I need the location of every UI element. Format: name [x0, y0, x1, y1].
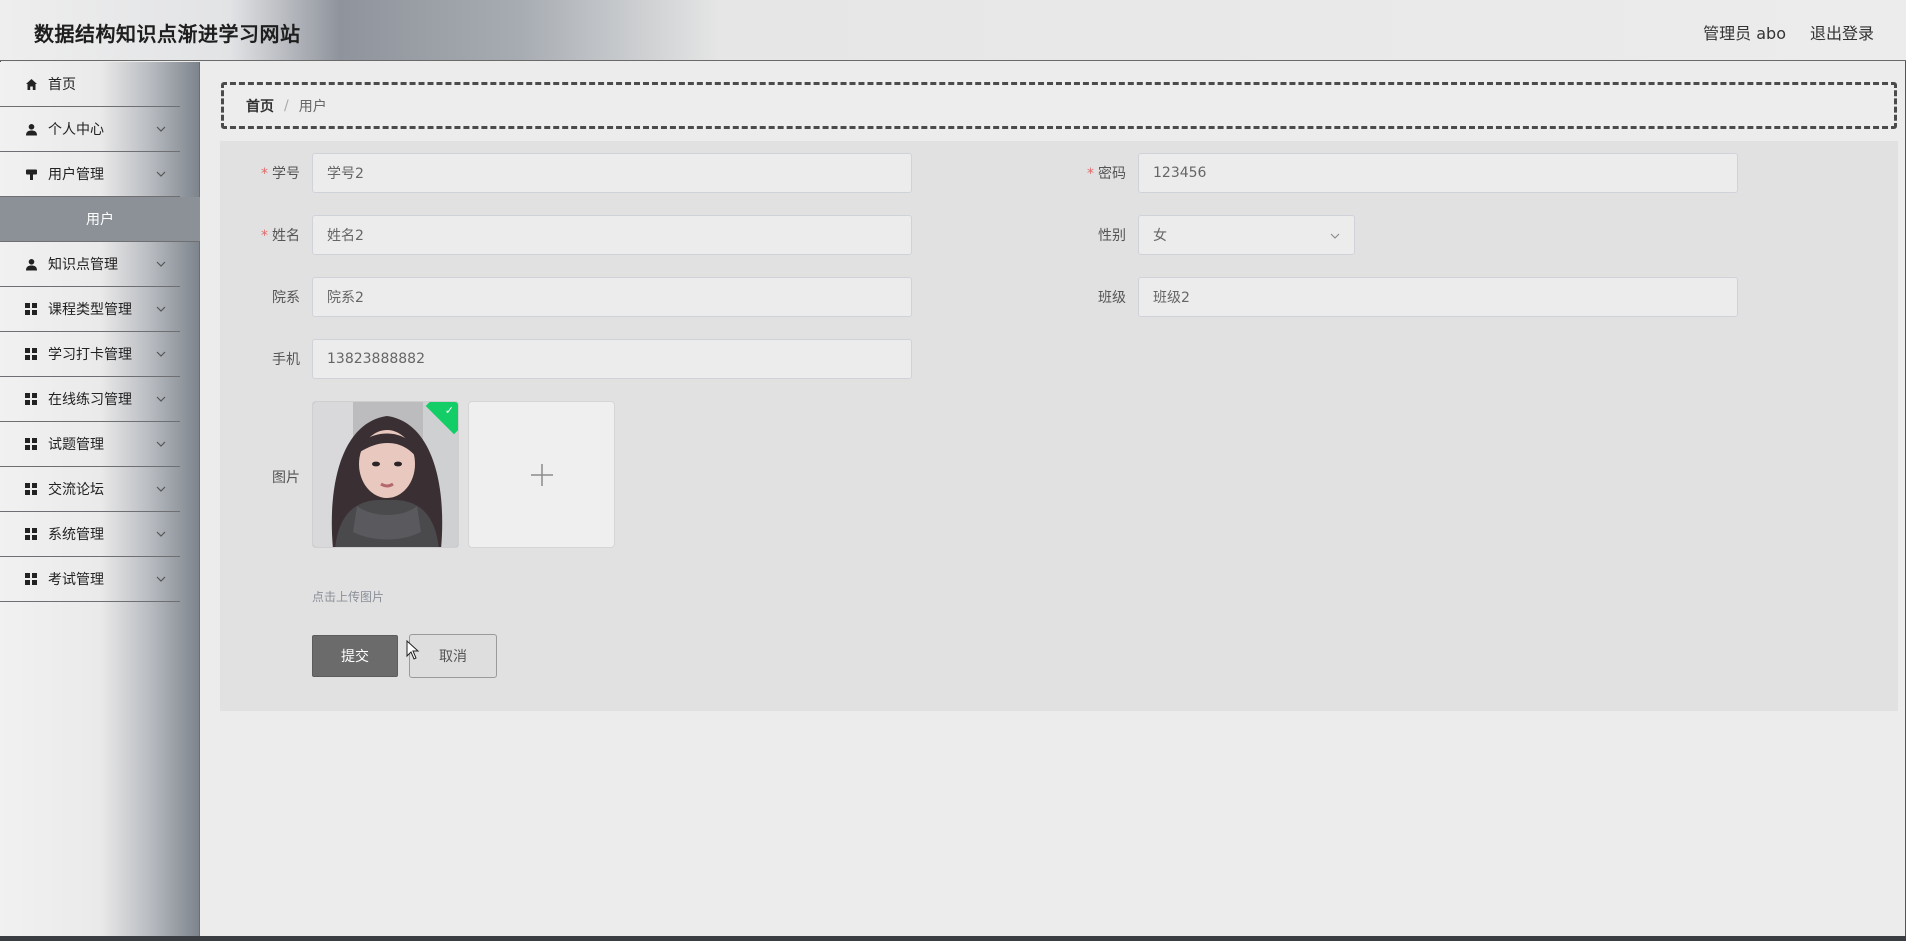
cancel-button[interactable]: 取消: [409, 634, 497, 678]
person-icon: [24, 122, 38, 136]
chevron-down-icon: [156, 396, 166, 402]
sidebar-item-home[interactable]: 首页: [0, 62, 180, 107]
required-mark: *: [261, 228, 268, 244]
gender-select[interactable]: 女: [1138, 215, 1355, 255]
grid-icon: [24, 527, 38, 541]
bottom-bar: [0, 936, 1906, 941]
gender-label: 性别: [1098, 228, 1126, 244]
sidebar-menu: 首页 个人中心 用户管理 用户 知识点管理 课程类型管理 学习打卡管理 在线练习…: [0, 62, 200, 602]
phone-label: 手机: [272, 352, 300, 368]
password-label-text: 密码: [1098, 166, 1126, 182]
grid-icon: [24, 437, 38, 451]
sidebar-item-label: 试题管理: [48, 437, 104, 453]
sidebar-item-label: 用户管理: [48, 167, 104, 183]
student-id-label: * 学号: [220, 163, 300, 183]
sidebar-item-course-type-management[interactable]: 课程类型管理: [0, 287, 180, 332]
check-icon: ✓: [444, 404, 454, 417]
sidebar-item-user-management[interactable]: 用户管理: [0, 152, 180, 197]
sidebar-item-knowledge-management[interactable]: 知识点管理: [0, 242, 180, 287]
image-upload-button[interactable]: [468, 401, 615, 548]
sidebar-item-label: 在线练习管理: [48, 392, 132, 408]
plus-icon: [530, 463, 553, 486]
sidebar-item-label: 学习打卡管理: [48, 347, 132, 363]
sidebar-item-label: 系统管理: [48, 527, 104, 543]
password-input[interactable]: 123456: [1138, 153, 1738, 193]
required-mark: *: [1087, 166, 1094, 182]
password-label: * 密码: [1046, 163, 1126, 183]
submit-button[interactable]: 提交: [312, 635, 398, 677]
gender-selected-value: 女: [1153, 228, 1167, 244]
chevron-down-icon: [156, 531, 166, 537]
breadcrumb-current: 用户: [298, 98, 327, 115]
sidebar-item-system-management[interactable]: 系统管理: [0, 512, 180, 557]
class-input[interactable]: 班级2: [1138, 277, 1738, 317]
uploaded-photo-thumbnail[interactable]: ✓: [312, 401, 459, 548]
sidebar-item-label: 知识点管理: [48, 257, 118, 273]
image-label: 图片: [272, 470, 300, 486]
sidebar-item-online-practice-management[interactable]: 在线练习管理: [0, 377, 180, 422]
top-header: 数据结构知识点渐进学习网站 管理员 abo 退出登录: [0, 0, 1906, 61]
name-input[interactable]: 姓名2: [312, 215, 912, 255]
grid-icon: [24, 347, 38, 361]
phone-input[interactable]: 13823888882: [312, 339, 912, 379]
sidebar-item-label: 个人中心: [48, 122, 104, 138]
chevron-down-icon: [156, 576, 166, 582]
chevron-down-icon: [156, 486, 166, 492]
upload-tip: 点击上传图片: [312, 590, 385, 604]
sidebar-item-label: 首页: [48, 77, 76, 93]
breadcrumb-home-link[interactable]: 首页: [246, 96, 274, 116]
grid-icon: [24, 302, 38, 316]
sidebar-item-label: 考试管理: [48, 572, 104, 588]
chevron-down-icon: [156, 351, 166, 357]
grid-icon: [24, 572, 38, 586]
chevron-down-icon: [156, 441, 166, 447]
breadcrumb: 首页 / 用户: [221, 82, 1897, 129]
required-mark: *: [261, 166, 268, 182]
logout-link[interactable]: 退出登录: [1810, 20, 1874, 44]
sidebar-item-forum[interactable]: 交流论坛: [0, 467, 180, 512]
chevron-down-icon: [156, 306, 166, 312]
site-title: 数据结构知识点渐进学习网站: [34, 22, 301, 46]
header-user-area: 管理员 abo 退出登录: [1703, 20, 1874, 44]
sidebar-item-personal-center[interactable]: 个人中心: [0, 107, 180, 152]
grid-icon: [24, 482, 38, 496]
sidebar-item-study-checkin-management[interactable]: 学习打卡管理: [0, 332, 180, 377]
portrait-photo: [313, 402, 458, 547]
sidebar-item-question-management[interactable]: 试题管理: [0, 422, 180, 467]
breadcrumb-separator: /: [284, 97, 289, 114]
grid-icon: [24, 392, 38, 406]
chevron-down-icon: [156, 261, 166, 267]
chevron-down-icon: [156, 126, 166, 132]
student-id-input[interactable]: 学号2: [312, 153, 912, 193]
user-manage-icon: [24, 167, 38, 181]
name-label-text: 姓名: [272, 228, 300, 244]
name-label: * 姓名: [220, 225, 300, 245]
sidebar: 首页 个人中心 用户管理 用户 知识点管理 课程类型管理 学习打卡管理 在线练习…: [0, 62, 200, 941]
class-label: 班级: [1098, 290, 1126, 306]
student-id-label-text: 学号: [272, 166, 300, 182]
chevron-down-icon: [1330, 233, 1340, 239]
department-input[interactable]: 院系2: [312, 277, 912, 317]
sidebar-subitem-user[interactable]: 用户: [0, 197, 200, 242]
sidebar-item-label: 课程类型管理: [48, 302, 132, 318]
sidebar-item-exam-management[interactable]: 考试管理: [0, 557, 180, 602]
home-icon: [24, 77, 38, 91]
chevron-down-icon: [156, 171, 166, 177]
department-label: 院系: [272, 290, 300, 306]
person-icon: [24, 257, 38, 271]
sidebar-item-label: 交流论坛: [48, 482, 104, 498]
current-user-label[interactable]: 管理员 abo: [1703, 20, 1786, 44]
mouse-cursor-icon: [406, 640, 420, 660]
